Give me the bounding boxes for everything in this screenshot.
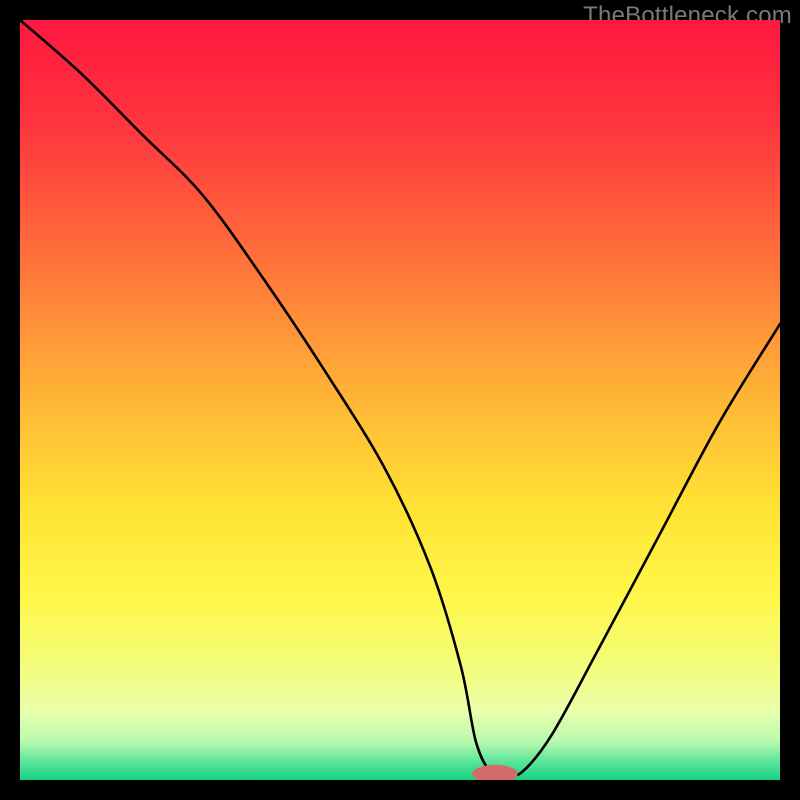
chart-frame: { "watermark": "TheBottleneck.com", "cha… — [0, 0, 800, 800]
gradient-background — [20, 20, 780, 780]
bottleneck-chart — [20, 20, 780, 780]
